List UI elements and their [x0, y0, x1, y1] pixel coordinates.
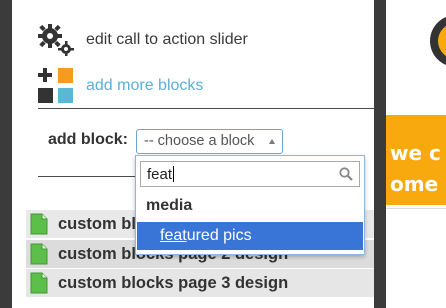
- option-rest-text: ured pics: [186, 227, 252, 244]
- block-select-value: -- choose a block: [144, 133, 255, 149]
- edit-slider-label: edit call to action slider: [86, 31, 248, 48]
- divider: [386, 208, 446, 209]
- right-border: [374, 0, 386, 308]
- block-select-dropdown: feat media featured pics: [135, 155, 365, 255]
- edit-slider-menu-item[interactable]: edit call to action slider: [38, 24, 248, 56]
- search-input-value: feat: [147, 166, 173, 183]
- block-row-label: custom blocks page 3 design: [58, 273, 289, 292]
- add-more-blocks-label: add more blocks: [86, 77, 204, 94]
- preview-text: we c: [390, 141, 441, 165]
- preview-text: ome: [390, 172, 439, 196]
- option-match-text: feat: [160, 227, 187, 244]
- add-blocks-icon: [38, 68, 73, 103]
- block-row-page-3[interactable]: custom blocks page 3 design: [26, 269, 374, 297]
- left-border: [0, 0, 12, 308]
- app-frame: edit call to action slider add more bloc…: [0, 0, 446, 308]
- site-preview: we c ome: [386, 0, 446, 308]
- gear-icon: [64, 0, 84, 8]
- add-block-label: add block:: [48, 131, 129, 148]
- divider: [38, 108, 380, 109]
- add-more-blocks-link[interactable]: add more blocks: [38, 68, 203, 104]
- document-icon: [30, 243, 48, 265]
- option-group-label: media: [146, 197, 193, 214]
- search-icon: [339, 167, 353, 181]
- block-select[interactable]: -- choose a block: [136, 129, 283, 154]
- divider: [38, 176, 148, 177]
- gears-icon: [38, 24, 74, 56]
- text-caret: [173, 166, 175, 182]
- dropdown-search-input[interactable]: feat: [140, 161, 360, 187]
- logo-icon: [430, 17, 446, 65]
- document-icon: [30, 272, 48, 294]
- option-featured-pics[interactable]: featured pics: [137, 222, 363, 250]
- document-icon: [30, 213, 48, 235]
- dropdown-arrow-icon: [269, 139, 275, 144]
